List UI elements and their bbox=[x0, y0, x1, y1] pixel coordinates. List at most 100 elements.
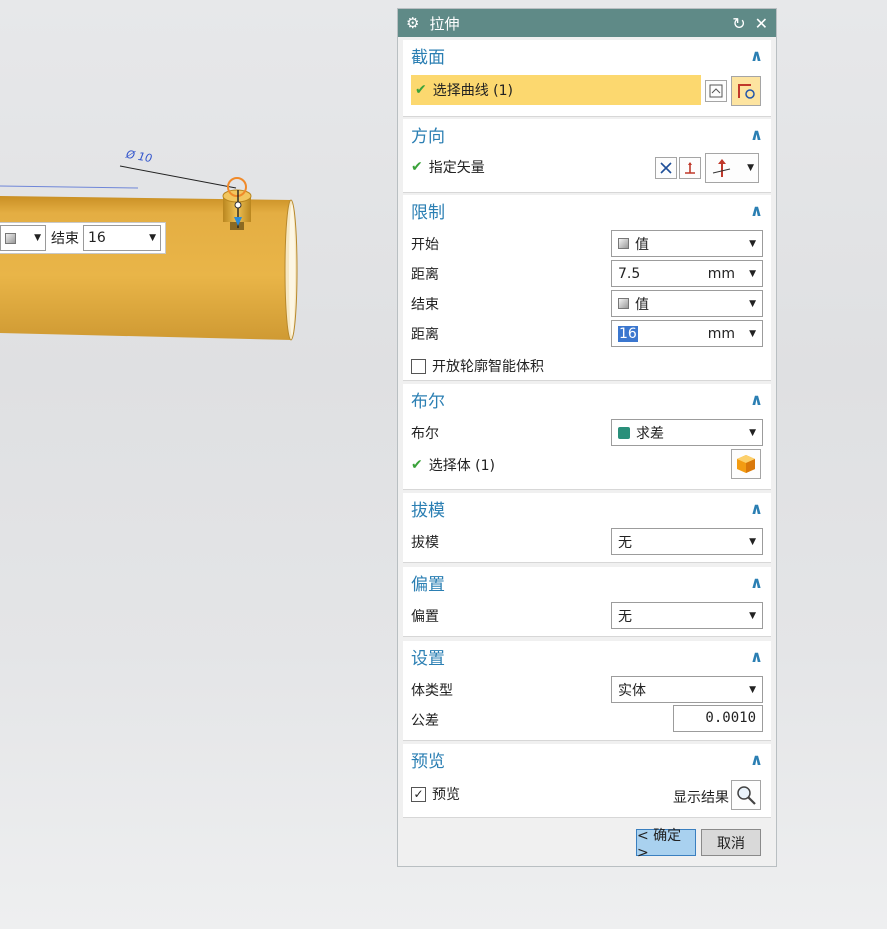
chevron-up-icon[interactable]: ∧ bbox=[750, 201, 763, 220]
boolean-header[interactable]: 布尔 ∧ bbox=[403, 384, 771, 414]
chevron-down-icon: ▼ bbox=[749, 328, 756, 339]
end-type-value: 值 bbox=[635, 296, 649, 313]
open-profile-checkbox[interactable] bbox=[411, 358, 426, 374]
float-end-input[interactable]: 16 ▼ bbox=[83, 225, 161, 251]
extrude-dialog: ⚙ 拉伸 ↻ ✕ 截面 ∧ ✔ 选择曲线 (1) 方向 ∧ ✔ 指定矢量 ▼ 限… bbox=[397, 8, 777, 867]
select-body-label: 选择体 (1) bbox=[428, 458, 496, 474]
start-type-select[interactable]: 值 ▼ bbox=[611, 230, 763, 257]
float-end-type-select[interactable]: ▼ bbox=[0, 225, 46, 251]
inferred-vector-icon bbox=[712, 159, 731, 177]
offset-select[interactable]: 无 ▼ bbox=[611, 602, 763, 629]
cancel-button[interactable]: 取消 bbox=[701, 829, 761, 856]
cylinder-end-inner bbox=[289, 204, 295, 336]
offset-title: 偏置 bbox=[411, 574, 445, 595]
tolerance-input[interactable]: 0.0010 bbox=[673, 705, 763, 732]
chevron-up-icon[interactable]: ∧ bbox=[750, 390, 763, 409]
offset-group: 偏置 ∧ 偏置 无 ▼ bbox=[403, 567, 771, 637]
float-end-value: 16 bbox=[88, 230, 106, 246]
chevron-down-icon: ▼ bbox=[749, 298, 756, 309]
reset-icon[interactable]: ↻ bbox=[732, 14, 745, 33]
preview-title: 预览 bbox=[411, 751, 445, 772]
select-body-row: ✔ 选择体 (1) bbox=[411, 451, 763, 479]
limits-group: 限制 ∧ 开始 值 ▼ 距离 7.5 mm ▼ 结束 值 ▼ 距离 16 mm … bbox=[403, 195, 771, 381]
distance2-input[interactable]: 16 mm ▼ bbox=[611, 320, 763, 347]
float-end-label: 结束 bbox=[51, 231, 79, 247]
solid-body-icon bbox=[737, 455, 755, 473]
section-header[interactable]: 截面 ∧ bbox=[403, 40, 771, 70]
settings-title: 设置 bbox=[411, 648, 445, 669]
show-result-label: 显示结果 bbox=[673, 790, 729, 806]
check-icon: ✔ bbox=[411, 457, 423, 473]
cube-icon bbox=[618, 298, 629, 309]
draft-select[interactable]: 无 ▼ bbox=[611, 528, 763, 555]
settings-header[interactable]: 设置 ∧ bbox=[403, 641, 771, 671]
distance1-value: 7.5 bbox=[618, 265, 641, 282]
open-profile-row: 开放轮廓智能体积 bbox=[411, 352, 763, 380]
vector-dialog-button[interactable] bbox=[679, 157, 701, 179]
sketch-section-button[interactable] bbox=[705, 80, 727, 102]
ok-button[interactable]: < 确定 > bbox=[636, 828, 696, 861]
draft-header[interactable]: 拔模 ∧ bbox=[403, 493, 771, 523]
curve-icon bbox=[738, 84, 755, 99]
preview-checkbox[interactable]: ✓ bbox=[411, 786, 426, 802]
distance2-unit: mm bbox=[707, 325, 736, 342]
curve-button[interactable] bbox=[731, 76, 761, 106]
direction-group: 方向 ∧ ✔ 指定矢量 ▼ bbox=[403, 119, 771, 193]
chevron-up-icon[interactable]: ∧ bbox=[750, 750, 763, 769]
end-type-select[interactable]: 值 ▼ bbox=[611, 290, 763, 317]
chevron-up-icon[interactable]: ∧ bbox=[750, 573, 763, 592]
sketch-icon bbox=[709, 84, 723, 98]
vector-type-select[interactable]: ▼ bbox=[705, 153, 759, 183]
distance1-input[interactable]: 7.5 mm ▼ bbox=[611, 260, 763, 287]
chevron-down-icon: ▼ bbox=[749, 268, 756, 279]
cube-icon bbox=[5, 232, 16, 244]
draft-value: 无 bbox=[618, 534, 632, 551]
draft-group: 拔模 ∧ 拔模 无 ▼ bbox=[403, 493, 771, 563]
reverse-direction-icon bbox=[660, 162, 672, 174]
close-icon[interactable]: ✕ bbox=[755, 14, 768, 33]
chevron-down-icon: ▼ bbox=[749, 238, 756, 249]
select-curve-label: 选择曲线 (1) bbox=[432, 83, 514, 99]
offset-header[interactable]: 偏置 ∧ bbox=[403, 567, 771, 597]
chevron-down-icon: ▼ bbox=[149, 233, 156, 243]
show-result-button[interactable] bbox=[731, 780, 761, 810]
body-type-select[interactable]: 实体 ▼ bbox=[611, 676, 763, 703]
vector-icon bbox=[685, 162, 695, 174]
offset-value: 无 bbox=[618, 608, 632, 625]
body-type-value: 实体 bbox=[618, 682, 646, 699]
chevron-up-icon[interactable]: ∧ bbox=[750, 46, 763, 65]
limits-header[interactable]: 限制 ∧ bbox=[403, 195, 771, 225]
chevron-up-icon[interactable]: ∧ bbox=[750, 125, 763, 144]
section-group: 截面 ∧ ✔ 选择曲线 (1) bbox=[403, 40, 771, 117]
preview-group: 预览 ∧ ✓ 预览 显示结果 bbox=[403, 744, 771, 818]
start-type-value: 值 bbox=[635, 236, 649, 253]
boolean-select[interactable]: 求差 ▼ bbox=[611, 419, 763, 446]
preview-header[interactable]: 预览 ∧ bbox=[403, 744, 771, 774]
distance2-value: 16 bbox=[618, 325, 638, 342]
reverse-direction-button[interactable] bbox=[655, 157, 677, 179]
graphics-viewport[interactable]: Ø 10 ▼ 结束 16 ▼ bbox=[0, 0, 395, 929]
chevron-down-icon: ▼ bbox=[749, 536, 756, 547]
settings-group: 设置 ∧ 体类型 实体 ▼ 公差 0.0010 bbox=[403, 641, 771, 741]
axis-line bbox=[0, 185, 139, 189]
magnifier-icon bbox=[737, 786, 756, 805]
chevron-up-icon[interactable]: ∧ bbox=[750, 499, 763, 518]
dimension-leader bbox=[119, 165, 237, 189]
select-curve-row[interactable]: ✔ 选择曲线 (1) bbox=[411, 75, 701, 105]
chevron-down-icon: ▼ bbox=[747, 163, 754, 173]
draft-title: 拔模 bbox=[411, 500, 445, 521]
chevron-down-icon: ▼ bbox=[749, 427, 756, 438]
direction-header[interactable]: 方向 ∧ bbox=[403, 119, 771, 149]
dialog-titlebar[interactable]: ⚙ 拉伸 ↻ ✕ bbox=[398, 9, 776, 37]
direction-title: 方向 bbox=[411, 126, 445, 147]
boolean-value: 求差 bbox=[636, 425, 664, 442]
chevron-up-icon[interactable]: ∧ bbox=[750, 647, 763, 666]
subtract-icon bbox=[618, 426, 630, 439]
select-body-button[interactable] bbox=[731, 449, 761, 479]
boolean-title: 布尔 bbox=[411, 391, 445, 412]
chevron-down-icon: ▼ bbox=[749, 684, 756, 695]
distance1-unit: mm bbox=[707, 265, 736, 282]
model-graphics bbox=[0, 165, 298, 341]
chevron-down-icon: ▼ bbox=[34, 233, 41, 243]
cube-icon bbox=[618, 238, 629, 249]
